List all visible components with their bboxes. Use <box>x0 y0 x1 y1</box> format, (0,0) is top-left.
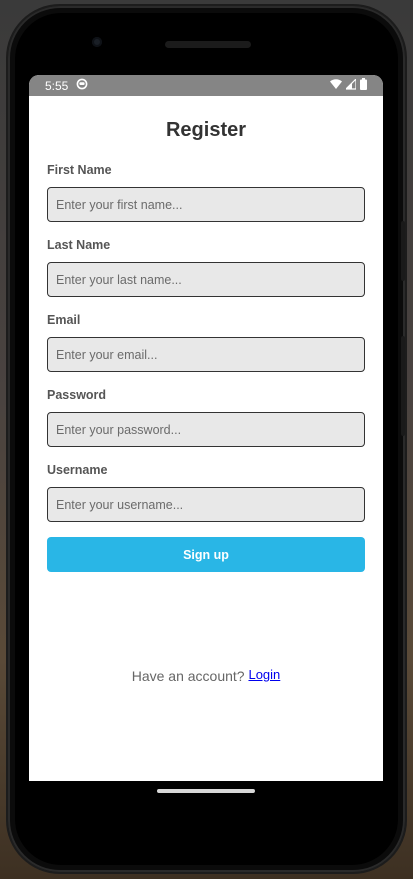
first-name-input[interactable] <box>47 187 365 222</box>
status-bar: 5:55 <box>29 75 383 96</box>
power-button <box>401 336 405 436</box>
password-label: Password <box>47 388 107 402</box>
page-title: Register <box>165 119 247 141</box>
login-link[interactable]: Login <box>248 667 280 682</box>
last-name-field: Last Name <box>47 238 365 297</box>
last-name-input[interactable] <box>47 262 365 297</box>
wifi-icon <box>330 78 342 93</box>
password-input[interactable] <box>47 412 365 447</box>
first-name-label: First Name <box>47 163 112 177</box>
home-indicator[interactable] <box>157 789 255 793</box>
battery-icon <box>360 78 367 93</box>
have-account-text: Have an account? <box>131 668 245 684</box>
last-name-label: Last Name <box>47 238 111 252</box>
status-time: 5:55 <box>45 78 69 93</box>
cell-signal-icon <box>344 77 357 93</box>
email-field: Email <box>47 313 365 372</box>
login-prompt-row: Have an account? Login <box>29 667 383 684</box>
volume-button <box>401 221 405 281</box>
app-notification-icon <box>76 78 88 93</box>
email-label: Email <box>47 313 81 327</box>
front-camera <box>92 37 102 47</box>
password-field: Password <box>47 388 365 447</box>
app-screen: 5:55 Register First Name Enter your firs… <box>29 75 383 781</box>
sign-up-button[interactable]: Sign up <box>47 537 365 572</box>
first-name-field: First Name <box>47 163 365 222</box>
email-input[interactable] <box>47 337 365 372</box>
username-label: Username <box>47 463 108 477</box>
username-input[interactable] <box>47 487 365 522</box>
earpiece-speaker <box>165 41 251 48</box>
register-form: Register First Name Last Name Email Pass… <box>29 118 383 572</box>
username-field: Username <box>47 463 365 522</box>
